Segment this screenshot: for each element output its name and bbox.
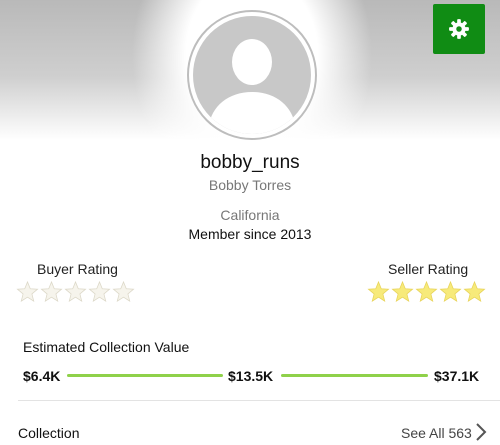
settings-button[interactable]	[433, 4, 485, 54]
full-name: Bobby Torres	[208, 177, 292, 193]
location: California	[220, 207, 280, 223]
collection-value-bar-high	[281, 374, 428, 377]
buyer-rating-label: Buyer Rating	[37, 261, 118, 277]
buyer-rating-stars[interactable]	[16, 280, 135, 304]
buyer-star-empty-icon	[40, 280, 63, 302]
seller-rating-stars[interactable]	[367, 280, 486, 304]
buyer-star-empty-icon	[88, 280, 111, 302]
seller-star-filled-icon	[415, 280, 438, 302]
collection-value-bar-low	[67, 374, 223, 377]
username: bobby_runs	[200, 152, 300, 173]
buyer-star-empty-icon	[64, 280, 87, 302]
seller-star-filled-icon	[391, 280, 414, 302]
collection-value-high: $37.1K	[434, 368, 480, 384]
see-all-collection-link[interactable]: See All 563	[401, 425, 472, 441]
seller-star-filled-icon	[463, 280, 486, 302]
collection-value-low: $6.4K	[23, 368, 61, 384]
buyer-star-empty-icon	[16, 280, 39, 302]
seller-star-filled-icon	[439, 280, 462, 302]
section-divider	[18, 400, 500, 401]
collection-value-title: Estimated Collection Value	[23, 339, 190, 355]
chevron-right-icon[interactable]	[475, 422, 487, 442]
collection-label: Collection	[18, 425, 80, 441]
seller-star-filled-icon	[367, 280, 390, 302]
buyer-star-empty-icon	[112, 280, 135, 302]
gear-icon	[449, 19, 469, 39]
seller-rating-label: Seller Rating	[388, 261, 469, 277]
person-silhouette-icon	[208, 39, 296, 134]
member-since: Member since 2013	[188, 226, 312, 242]
collection-value-mid: $13.5K	[228, 368, 274, 384]
avatar-placeholder	[193, 16, 311, 134]
avatar[interactable]	[187, 10, 317, 140]
